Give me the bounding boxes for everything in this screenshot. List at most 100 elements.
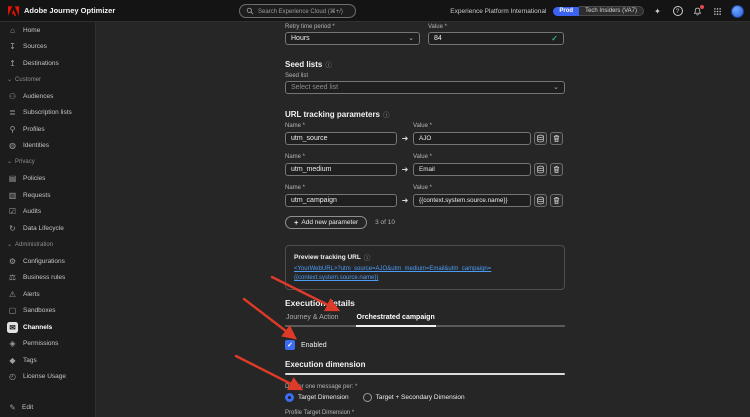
param-value-label: Value * bbox=[413, 123, 432, 129]
param-name-label: Name * bbox=[285, 154, 306, 160]
assistant-icon[interactable]: ✦ bbox=[651, 5, 664, 18]
help-icon[interactable]: ? bbox=[671, 5, 684, 18]
enabled-label: Enabled bbox=[301, 341, 327, 349]
chevron-down-icon: ⌄ bbox=[408, 34, 414, 42]
personalization-picker-button[interactable] bbox=[534, 163, 547, 176]
sidebar-item-label: Audiences bbox=[23, 92, 54, 100]
delete-button[interactable] bbox=[550, 163, 563, 176]
sidebar-item-sandboxes[interactable]: ▢ Sandboxes bbox=[0, 303, 95, 320]
sidebar-item-configurations[interactable]: ⚙ Configurations bbox=[0, 253, 95, 270]
info-icon[interactable]: ⓘ bbox=[364, 252, 371, 262]
license-usage-icon: ◴ bbox=[9, 372, 16, 382]
enabled-checkbox[interactable]: ✓ Enabled bbox=[285, 340, 565, 350]
sidebar-item-requests[interactable]: ▥ Requests bbox=[0, 187, 95, 204]
sidebar-item-audits[interactable]: ☑ Audits bbox=[0, 204, 95, 221]
alerts-icon: ⚠ bbox=[8, 289, 17, 299]
sidebar-item-identities[interactable]: ◍ Identities bbox=[0, 138, 95, 155]
chevron-down-icon: ⌄ bbox=[7, 76, 13, 83]
retry-value: 84 bbox=[434, 35, 442, 42]
sidebar-item-audiences[interactable]: ⚇ Audiences bbox=[0, 88, 95, 105]
sidebar-item-label: Channels bbox=[23, 323, 53, 331]
param-value-input[interactable]: AJO bbox=[413, 132, 531, 145]
user-avatar[interactable] bbox=[731, 4, 744, 18]
valid-check-icon: ✓ bbox=[551, 34, 558, 43]
notifications-bell-icon[interactable] bbox=[691, 4, 704, 18]
notification-dot bbox=[700, 4, 704, 9]
env-badge[interactable]: Prod bbox=[553, 6, 580, 16]
sidebar-item-label: Audits bbox=[23, 208, 42, 216]
personalization-picker-button[interactable] bbox=[534, 194, 547, 207]
param-value-label: Value * bbox=[413, 185, 432, 191]
preview-tracking-url-panel: Preview tracking URL ⓘ <YourWebURL>?utm_… bbox=[285, 245, 565, 290]
sidebar-item-alerts[interactable]: ⚠ Alerts bbox=[0, 286, 95, 303]
delete-button[interactable] bbox=[550, 194, 563, 207]
app-identity: Adobe Journey Optimizer bbox=[0, 5, 115, 16]
sidebar-item-tags[interactable]: ◆ Tags bbox=[0, 352, 95, 369]
sidebar-section-privacy[interactable]: ⌄ Privacy bbox=[0, 154, 95, 171]
channels-icon: ✉ bbox=[7, 321, 18, 333]
add-parameter-button[interactable]: + Add new parameter bbox=[285, 216, 368, 229]
sidebar-item-channels[interactable]: ✉ Channels bbox=[0, 319, 95, 336]
edit-label: Edit bbox=[22, 404, 34, 411]
sidebar-item-data-lifecycle[interactable]: ↻ Data Lifecycle bbox=[0, 220, 95, 237]
param-name-input[interactable]: utm_medium bbox=[285, 163, 397, 176]
sidebar-item-label: Permissions bbox=[23, 340, 59, 348]
preview-url-link[interactable]: <YourWebURL>?utm_source=AJO&utm_medium=E… bbox=[294, 265, 556, 283]
sidebar-item-policies[interactable]: ▤ Policies bbox=[0, 171, 95, 188]
sidebar-item-label: Configurations bbox=[23, 257, 65, 265]
sidebar-item-label: Sources bbox=[23, 43, 47, 51]
app-switcher-grid-icon[interactable] bbox=[711, 5, 724, 18]
sandbox-switcher[interactable]: Tech Insiders (VA7) bbox=[579, 6, 644, 16]
param-name-input[interactable]: utm_campaign bbox=[285, 194, 397, 207]
param-name-input[interactable]: utm_source bbox=[285, 132, 397, 145]
sidebar-item-subscription-lists[interactable]: ≣ Subscription lists bbox=[0, 105, 95, 122]
sidebar-item-license-usage[interactable]: ◴ License Usage bbox=[0, 369, 95, 386]
seed-list-select[interactable]: Select seed list ⌄ bbox=[285, 81, 565, 94]
chevron-down-icon: ⌄ bbox=[7, 159, 13, 166]
radio-target-dimension[interactable]: Target Dimension bbox=[285, 393, 349, 402]
sidebar-section-administration[interactable]: ⌄ Administration bbox=[0, 237, 95, 254]
sidebar-item-profiles[interactable]: ⚲ Profiles bbox=[0, 121, 95, 138]
personalization-picker-button[interactable] bbox=[534, 132, 547, 145]
info-icon[interactable]: ⓘ bbox=[383, 109, 390, 119]
retry-value-input[interactable]: 84 ✓ bbox=[428, 32, 564, 45]
sidebar-section-customer[interactable]: ⌄ Customer bbox=[0, 72, 95, 89]
param-value-input[interactable]: {{context.system.source.name}} bbox=[413, 194, 531, 207]
policies-icon: ▤ bbox=[8, 174, 17, 184]
sidebar-item-label: Requests bbox=[23, 191, 51, 199]
sidebar-item-label: Business rules bbox=[23, 274, 66, 282]
search-input[interactable]: Search Experience Cloud (⌘+/) bbox=[239, 4, 356, 18]
configurations-icon: ⚙ bbox=[8, 256, 17, 266]
sidebar-item-label: Profiles bbox=[23, 125, 45, 133]
radio-unselected-icon bbox=[362, 393, 372, 402]
sidebar-item-permissions[interactable]: ◈ Permissions bbox=[0, 336, 95, 353]
adobe-logo-icon bbox=[8, 5, 19, 16]
dimension-radio-group: Target Dimension Target + Secondary Dime… bbox=[285, 393, 565, 402]
sidebar-item-home[interactable]: ⌂ Home bbox=[0, 22, 95, 39]
url-tracking-heading: URL tracking parameters ⓘ bbox=[285, 109, 390, 120]
org-name: Experience Platform International bbox=[450, 7, 547, 15]
sidebar-item-business-rules[interactable]: ⚖ Business rules bbox=[0, 270, 95, 287]
tab-orchestrated-campaign[interactable]: Orchestrated campaign bbox=[355, 311, 436, 327]
url-param-row: Name * Value * utm_campaign ➜ {{context.… bbox=[285, 185, 565, 207]
main-content: Retry time period * Hours ⌄ Value * 84 ✓… bbox=[97, 22, 750, 417]
sidebar-item-sources[interactable]: ↧ Sources bbox=[0, 39, 95, 56]
retry-value-label: Value * bbox=[428, 24, 447, 30]
seed-lists-heading: Seed lists ⓘ bbox=[285, 59, 332, 70]
delete-button[interactable] bbox=[550, 132, 563, 145]
sidebar-item-label: Sandboxes bbox=[23, 307, 56, 315]
search-icon bbox=[246, 7, 254, 15]
param-value-input[interactable]: Email bbox=[413, 163, 531, 176]
retry-period-select[interactable]: Hours ⌄ bbox=[285, 32, 420, 45]
edit-pencil-button[interactable]: ✎ Edit bbox=[7, 402, 33, 413]
chevron-down-icon: ⌄ bbox=[7, 241, 13, 248]
sidebar-item-label: Policies bbox=[23, 175, 46, 183]
radio-target-secondary-dimension[interactable]: Target + Secondary Dimension bbox=[362, 393, 465, 402]
tab-journey-action[interactable]: Journey & Action bbox=[285, 311, 340, 325]
sources-icon: ↧ bbox=[9, 42, 16, 52]
info-icon[interactable]: ⓘ bbox=[325, 59, 332, 69]
business-rules-icon: ⚖ bbox=[8, 273, 17, 283]
sidebar-item-label: Home bbox=[23, 26, 41, 34]
url-param-row: Name * Value * utm_medium ➜ Email bbox=[285, 154, 565, 176]
sidebar-item-destinations[interactable]: ↥ Destinations bbox=[0, 55, 95, 72]
